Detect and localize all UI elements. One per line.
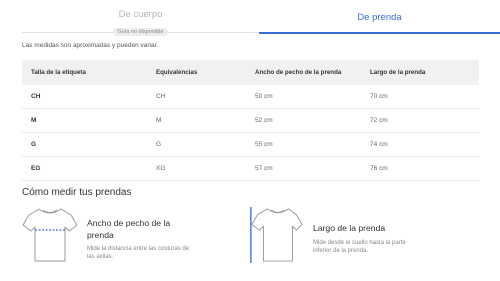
cell-chest: 52 cm bbox=[255, 117, 273, 124]
length-measure-card: Largo de la prenda Mide desde el cuello … bbox=[248, 205, 458, 267]
cell-equivalence: CH bbox=[156, 93, 166, 100]
table-row: EG XG 57 cm 76 cm bbox=[22, 157, 479, 181]
size-table: Talla de la etiqueta Equivalencias Ancho… bbox=[22, 60, 479, 181]
tab-body-label: De cuerpo bbox=[118, 9, 163, 20]
cell-chest: 50 cm bbox=[255, 93, 273, 100]
header-chest-width: Ancho de pecho de la prenda bbox=[255, 69, 342, 76]
cell-length: 70 cm bbox=[370, 93, 388, 100]
table-row: CH CH 50 cm 70 cm bbox=[22, 85, 479, 109]
tab-garment-label: De prenda bbox=[357, 12, 402, 23]
active-tab-indicator bbox=[259, 32, 500, 34]
disclaimer-note: Las medidas son aproximadas y pueden var… bbox=[22, 42, 159, 49]
tshirt-length-icon bbox=[250, 206, 303, 263]
header-length: Largo de la prenda bbox=[370, 69, 426, 76]
tab-body-measurements[interactable]: De cuerpo Guía no disponible bbox=[22, 0, 259, 36]
size-guide-tabs: De cuerpo Guía no disponible De prenda bbox=[22, 0, 500, 36]
cell-length: 74 cm bbox=[370, 141, 388, 148]
unavailable-badge: Guía no disponible bbox=[112, 28, 169, 36]
chest-measure-card: Ancho de pecho de la prenda Mide la dist… bbox=[22, 205, 202, 265]
table-row: M M 52 cm 72 cm bbox=[22, 109, 479, 133]
tab-garment-measurements[interactable]: De prenda bbox=[259, 0, 500, 34]
table-header-row: Talla de la etiqueta Equivalencias Ancho… bbox=[22, 60, 479, 85]
cell-size: G bbox=[31, 141, 37, 148]
cell-size: CH bbox=[31, 93, 41, 100]
cell-equivalence: M bbox=[156, 117, 162, 124]
table-row: G G 55 cm 74 cm bbox=[22, 133, 479, 157]
length-measure-title: Largo de la prenda bbox=[313, 223, 386, 233]
header-equivalence: Equivalencias bbox=[156, 69, 198, 76]
chest-measure-text: Mide la distancia entre las costuras de … bbox=[87, 246, 190, 260]
cell-size: M bbox=[31, 117, 37, 124]
chest-measure-title: Ancho de pecho de la prenda bbox=[87, 218, 171, 240]
length-measure-text: Mide desde el cuello hasta la parte infe… bbox=[313, 240, 406, 254]
cell-equivalence: G bbox=[156, 141, 162, 148]
how-to-measure-title: Cómo medir tus prendas bbox=[22, 187, 132, 198]
cell-chest: 57 cm bbox=[255, 165, 273, 172]
cell-length: 76 cm bbox=[370, 165, 388, 172]
header-label-size: Talla de la etiqueta bbox=[31, 69, 86, 76]
cell-size: EG bbox=[31, 165, 41, 172]
cell-length: 72 cm bbox=[370, 117, 388, 124]
cell-equivalence: XG bbox=[156, 165, 166, 172]
cell-chest: 55 cm bbox=[255, 141, 273, 148]
tshirt-chest-icon bbox=[22, 208, 78, 262]
